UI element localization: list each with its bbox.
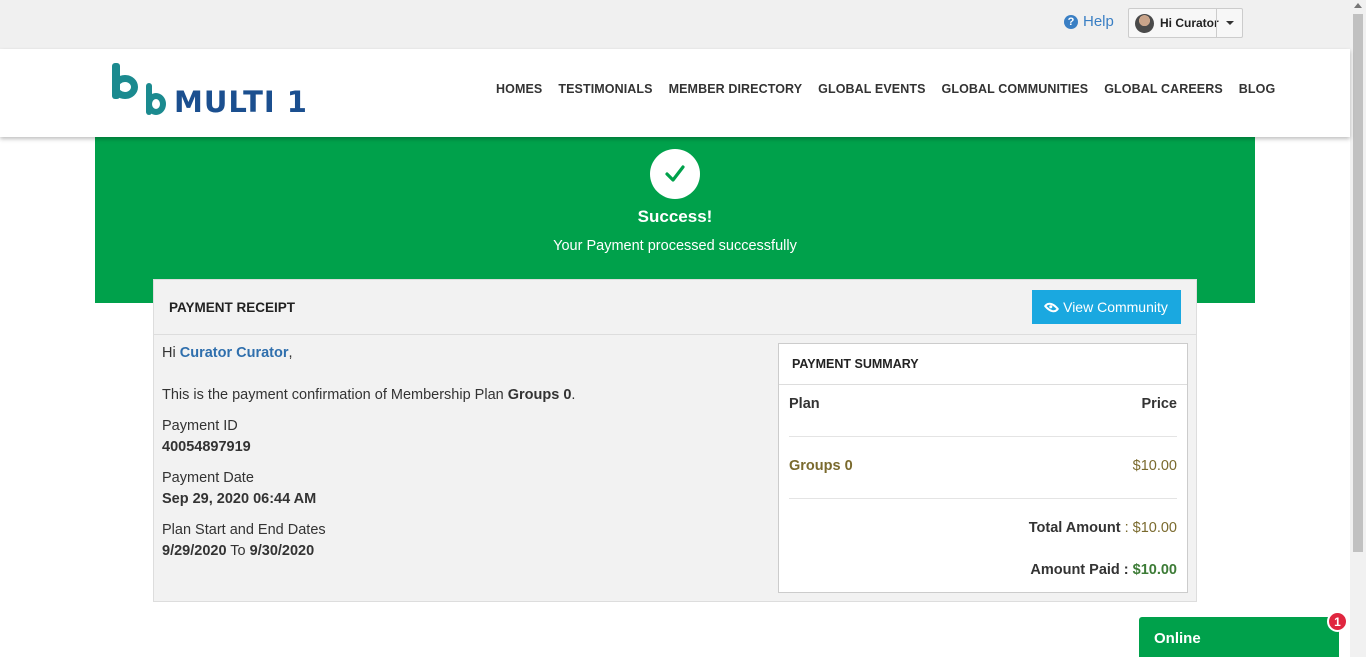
nav-testimonials[interactable]: TESTIMONIALS <box>558 82 652 96</box>
amount-paid-value: $10.00 <box>1132 562 1177 578</box>
total-amount-row: Total Amount : $10.00 <box>789 520 1177 536</box>
payment-summary-panel: PAYMENT SUMMARY Plan Price Groups 0 $10.… <box>778 343 1188 593</box>
payment-receipt-card: PAYMENT RECEIPT View Community Hi Curato… <box>153 279 1197 602</box>
avatar <box>1135 13 1154 33</box>
main-nav: HOMES TESTIMONIALS MEMBER DIRECTORY GLOB… <box>496 82 1275 96</box>
total-amount-label: Total Amount <box>1028 520 1121 536</box>
greeting-suffix: , <box>288 345 293 361</box>
scroll-up-arrow-icon[interactable] <box>1354 3 1362 8</box>
nav-homes[interactable]: HOMES <box>496 82 542 96</box>
online-chat-label: Online <box>1154 630 1201 647</box>
nav-global-events[interactable]: GLOBAL EVENTS <box>818 82 925 96</box>
payment-date-value: Sep 29, 2020 06:44 AM <box>162 491 317 507</box>
nav-blog[interactable]: BLOG <box>1239 82 1276 96</box>
success-subtitle: Your Payment processed successfully <box>553 238 797 254</box>
success-title: Success! <box>637 207 713 226</box>
receipt-title: PAYMENT RECEIPT <box>169 300 296 315</box>
summary-plan-price: $10.00 <box>1132 458 1177 474</box>
plan-dates-label: Plan Start and End Dates <box>162 522 326 538</box>
greeting: Hi Curator Curator, <box>162 345 293 361</box>
online-chat-widget[interactable]: Online <box>1139 617 1339 657</box>
logo[interactable]: MULTI 1 <box>112 63 308 119</box>
summary-plan-name: Groups 0 <box>789 458 853 474</box>
scrollbar-thumb[interactable] <box>1353 14 1363 552</box>
payment-id-value: 40054897919 <box>162 439 251 455</box>
confirmation-text: This is the payment confirmation of Memb… <box>162 387 575 403</box>
view-community-label: View Community <box>1063 299 1168 315</box>
payment-date-label: Payment Date <box>162 470 254 486</box>
receipt-header: PAYMENT RECEIPT View Community <box>154 280 1196 335</box>
question-icon: ? <box>1064 14 1078 29</box>
summary-plan-row: Groups 0 $10.00 <box>789 458 1177 474</box>
nav-member-directory[interactable]: MEMBER DIRECTORY <box>669 82 803 96</box>
notification-badge: 1 <box>1327 611 1348 632</box>
nav-global-communities[interactable]: GLOBAL COMMUNITIES <box>942 82 1089 96</box>
nav-global-careers[interactable]: GLOBAL CAREERS <box>1104 82 1223 96</box>
divider <box>789 498 1177 499</box>
plan-column-header: Plan <box>789 396 820 412</box>
greeting-prefix: Hi <box>162 345 176 361</box>
summary-header-row: Plan Price <box>789 396 1177 412</box>
checkmark-icon <box>650 149 700 199</box>
user-greeting: Hi Curator <box>1160 16 1219 30</box>
view-community-button[interactable]: View Community <box>1032 290 1181 324</box>
amount-paid-label: Amount Paid : <box>1030 562 1129 578</box>
payment-id-label: Payment ID <box>162 418 238 434</box>
help-link[interactable]: ? Help <box>1064 13 1114 30</box>
b2b-logo-mark <box>112 63 168 119</box>
summary-title: PAYMENT SUMMARY <box>779 344 1187 385</box>
total-amount-value: : $10.00 <box>1124 520 1177 536</box>
dates-separator: To <box>230 543 246 559</box>
plan-dates-value: 9/29/2020 To 9/30/2020 <box>162 543 314 559</box>
eye-icon <box>1043 299 1060 315</box>
plan-end-date: 9/30/2020 <box>249 543 315 559</box>
divider <box>789 436 1177 437</box>
help-label: Help <box>1083 13 1114 30</box>
plan-name: Groups 0 <box>507 387 572 403</box>
price-column-header: Price <box>1141 396 1177 412</box>
page-scrollbar[interactable] <box>1350 0 1366 657</box>
top-utility-bar: ? Help Hi Curator <box>0 0 1350 49</box>
confirmation-sentence: This is the payment confirmation of Memb… <box>162 387 504 403</box>
user-name-link[interactable]: Curator Curator <box>180 345 289 361</box>
plan-start-date: 9/29/2020 <box>162 543 227 559</box>
logo-text: MULTI 1 <box>174 85 308 119</box>
site-header: MULTI 1 HOMES TESTIMONIALS MEMBER DIRECT… <box>0 49 1350 137</box>
amount-paid-row: Amount Paid : $10.00 <box>789 562 1177 578</box>
caret-down-icon[interactable] <box>1216 9 1242 37</box>
user-menu-button[interactable]: Hi Curator <box>1128 8 1243 38</box>
confirmation-end: . <box>571 387 576 403</box>
